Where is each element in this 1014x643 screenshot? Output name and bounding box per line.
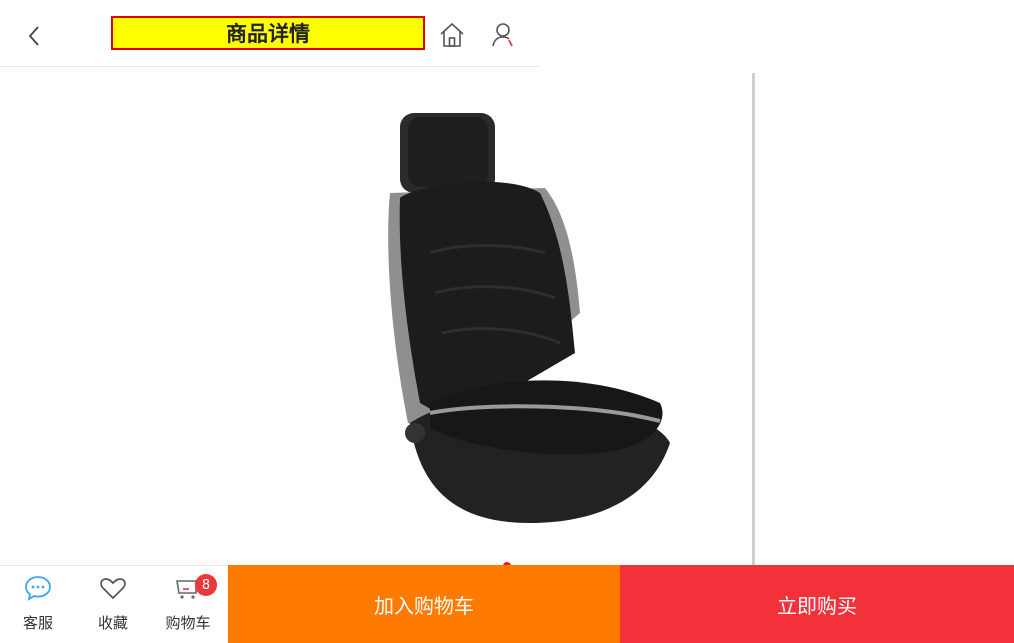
chat-bubble-icon (23, 574, 53, 602)
page-title: 商品详情 (111, 16, 425, 50)
cart-count-badge: 8 (195, 574, 217, 596)
cart-label: 购物车 (165, 614, 211, 632)
product-detail-page: 商品详情 客服 收藏 8 购物车 加入购物车 立即购买 (0, 0, 1014, 643)
top-header: 商品详情 (0, 0, 540, 67)
back-button[interactable] (18, 20, 50, 52)
car-seat-image (388, 113, 670, 523)
home-icon (440, 22, 464, 47)
buy-now-button[interactable]: 立即购买 (620, 565, 1014, 643)
heart-icon (98, 574, 128, 602)
product-gallery[interactable] (0, 73, 754, 569)
home-button[interactable] (437, 20, 467, 50)
customer-service-button[interactable]: 客服 (8, 574, 68, 638)
add-to-cart-button[interactable]: 加入购物车 (228, 565, 620, 643)
bottom-action-bar: 客服 收藏 8 购物车 加入购物车 立即购买 (0, 565, 1014, 643)
chevron-left-icon (28, 26, 39, 46)
favorite-label: 收藏 (97, 614, 128, 632)
favorite-button[interactable]: 收藏 (83, 574, 143, 638)
user-button[interactable] (489, 20, 519, 50)
bottom-toolbar: 客服 收藏 8 购物车 (0, 565, 228, 643)
user-icon (492, 23, 513, 47)
cart-button[interactable]: 8 购物车 (158, 574, 218, 638)
customer-service-label: 客服 (22, 614, 53, 632)
gallery-divider (752, 73, 755, 569)
